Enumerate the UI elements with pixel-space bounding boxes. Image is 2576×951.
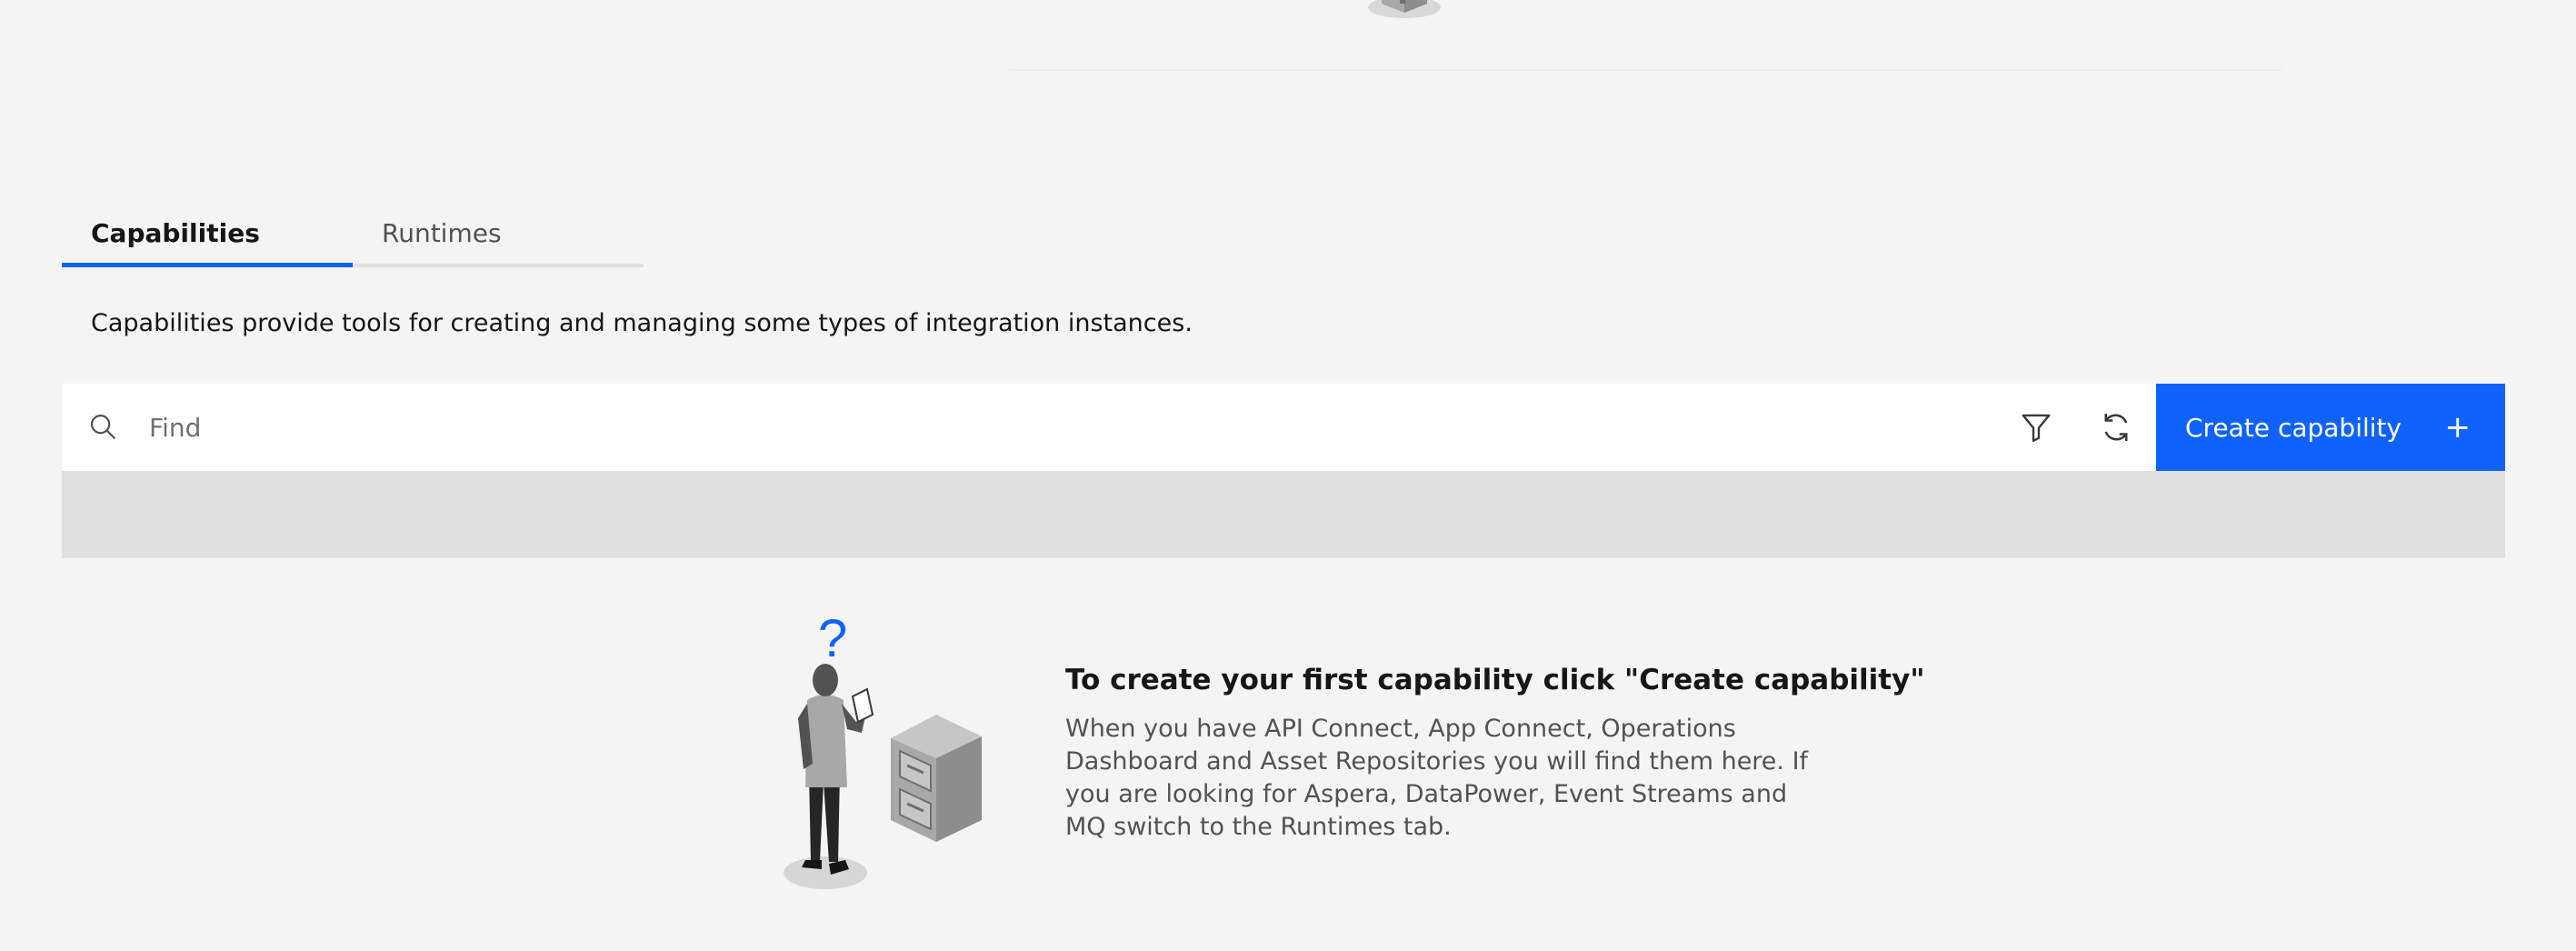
tab-list: Capabilities Runtimes bbox=[62, 207, 644, 267]
search-input[interactable] bbox=[147, 411, 965, 444]
page-description: Capabilities provide tools for creating … bbox=[91, 309, 1193, 337]
create-capability-button[interactable]: Create capability + bbox=[2156, 384, 2505, 471]
filter-button[interactable] bbox=[1996, 384, 2076, 471]
search-box[interactable] bbox=[62, 384, 1996, 471]
empty-state-text: To create your first capability click "C… bbox=[1065, 664, 1925, 844]
top-divider bbox=[1009, 69, 2281, 71]
search-icon bbox=[87, 411, 120, 444]
top-illustration bbox=[1368, 0, 1441, 18]
empty-state-title: To create your first capability click "C… bbox=[1065, 664, 1925, 696]
create-capability-label: Create capability bbox=[2185, 412, 2402, 443]
empty-state-illustration: ? bbox=[784, 609, 982, 889]
tab-capabilities[interactable]: Capabilities bbox=[62, 207, 353, 267]
empty-state-body: When you have API Connect, App Connect, … bbox=[1065, 715, 1809, 841]
table-toolbar: Create capability + bbox=[62, 384, 2505, 471]
plus-icon: + bbox=[2444, 409, 2471, 445]
refresh-button[interactable] bbox=[2076, 384, 2156, 471]
refresh-icon bbox=[2104, 414, 2128, 441]
question-mark: ? bbox=[818, 609, 847, 668]
table-header bbox=[62, 471, 2505, 558]
filter-icon bbox=[2022, 414, 2051, 443]
tab-runtimes[interactable]: Runtimes bbox=[353, 207, 644, 267]
